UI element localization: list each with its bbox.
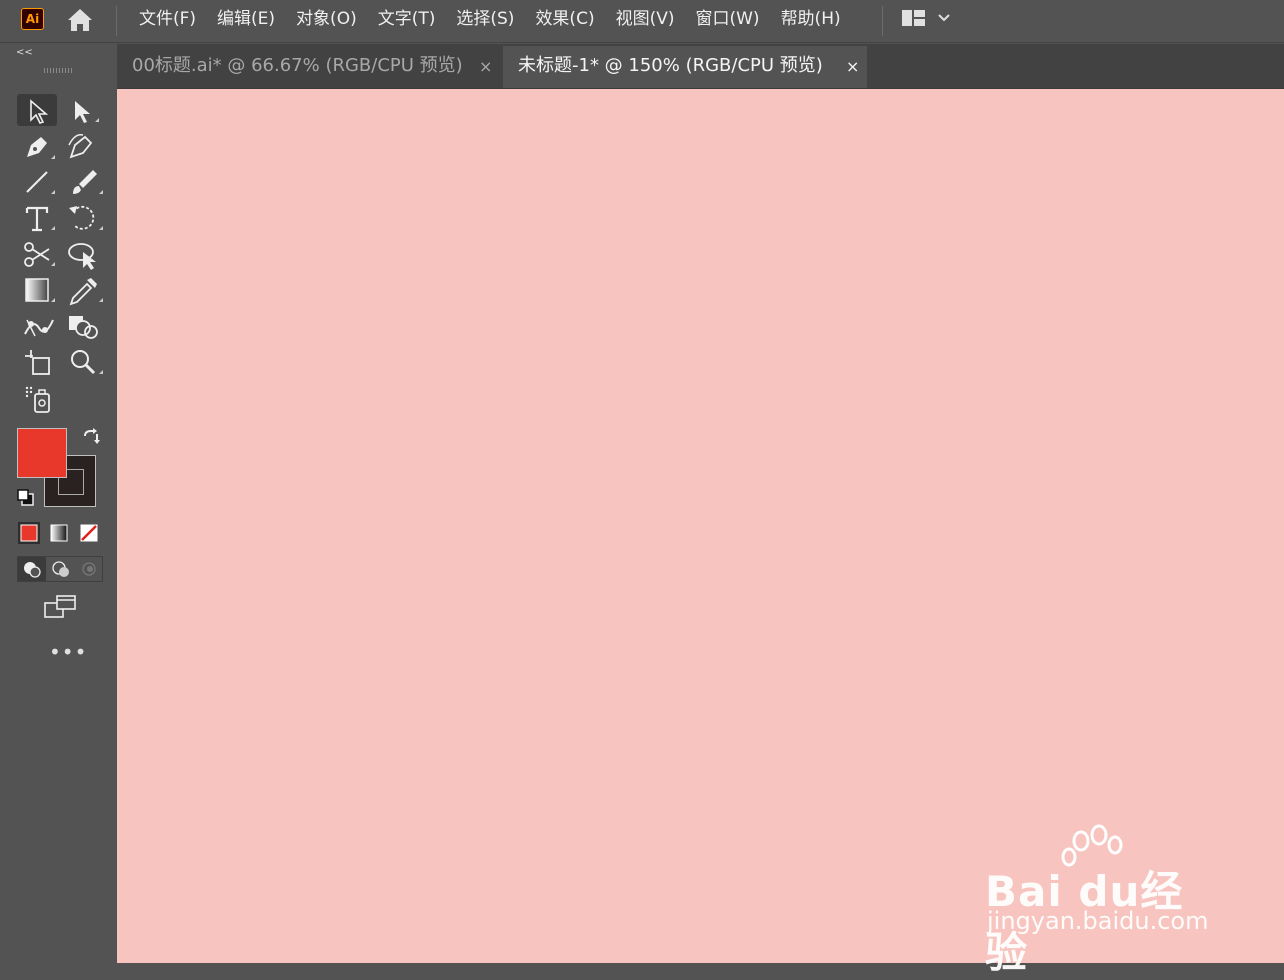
draw-inside-icon[interactable] [75,557,103,581]
watermark-url: jingyan.baidu.com [987,907,1209,935]
menu-view[interactable]: 视图(V) [616,0,675,42]
menu-bar: Ai 文件(F) 编辑(E) 对象(O) 文字(T) 选择(S) 效果(C) 视… [0,0,1284,43]
zoom-tool[interactable] [63,346,103,378]
selection-tool[interactable] [17,94,57,126]
scissors-tool[interactable] [17,238,57,270]
menu-file[interactable]: 文件(F) [139,0,196,42]
rotate-tool[interactable] [63,202,103,234]
paintbrush-tool[interactable] [63,166,103,198]
drawing-modes [17,556,103,582]
menu-edit[interactable]: 编辑(E) [217,0,275,42]
gradient-mode-icon[interactable] [47,521,71,545]
menu-type[interactable]: 文字(T) [378,0,436,42]
home-icon[interactable] [66,7,94,33]
tab-title: 00标题.ai* @ 66.67% (RGB/CPU 预览) [132,55,463,76]
fill-color-swatch[interactable] [17,428,67,478]
eyedropper-tool[interactable] [63,274,103,306]
swap-fill-stroke-icon[interactable] [81,428,101,448]
color-mode-icon[interactable] [17,521,41,545]
artboard-tool[interactable] [17,346,57,378]
symbol-sprayer-tool[interactable] [17,382,57,414]
tools-panel: << ••• [7,44,115,963]
tab-document-2[interactable]: 未标题-1* @ 150% (RGB/CPU 预览) × [503,46,867,88]
menu-separator [882,6,883,36]
baidu-watermark: Bai du经验 jingyan.baidu.com [985,823,1225,977]
direct-selection-tool[interactable] [63,94,103,126]
menu-separator [116,6,117,36]
tab-title: 未标题-1* @ 150% (RGB/CPU 预览) [518,55,823,76]
draw-behind-icon[interactable] [47,557,75,581]
curvature-tool[interactable] [63,131,103,163]
type-tool[interactable] [17,202,57,234]
lasso-select-tool[interactable] [63,238,103,270]
draw-normal-icon[interactable] [18,557,46,581]
close-tab-icon[interactable]: × [846,46,859,88]
none-mode-icon[interactable] [77,521,101,545]
menu-select[interactable]: 选择(S) [456,0,514,42]
menu-effect[interactable]: 效果(C) [535,0,594,42]
line-segment-tool[interactable] [17,166,57,198]
menu-items: 文件(F) 编辑(E) 对象(O) 文字(T) 选择(S) 效果(C) 视图(V… [139,0,862,42]
close-tab-icon[interactable]: × [479,46,492,88]
tab-document-1[interactable]: 00标题.ai* @ 66.67% (RGB/CPU 预览) × [117,46,501,88]
app-logo: Ai [21,8,44,30]
document-tabs: 00标题.ai* @ 66.67% (RGB/CPU 预览) × 未标题-1* … [117,44,1284,88]
puppet-warp-tool[interactable] [17,310,57,342]
edit-toolbar-button[interactable]: ••• [49,640,87,664]
gradient-tool[interactable] [17,274,57,306]
workspace-layout-icon[interactable] [900,8,960,30]
menu-object[interactable]: 对象(O) [296,0,357,42]
default-fill-stroke-icon[interactable] [17,489,35,507]
shape-builder-tool[interactable] [63,310,103,342]
pen-tool[interactable] [17,131,57,163]
menu-window[interactable]: 窗口(W) [695,0,759,42]
menu-help[interactable]: 帮助(H) [781,0,841,42]
artboard-canvas[interactable]: Bai du经验 jingyan.baidu.com [117,88,1284,977]
screen-mode-icon[interactable] [43,594,79,620]
collapse-panel-button[interactable]: << [16,47,33,58]
panel-grip[interactable] [44,68,74,73]
